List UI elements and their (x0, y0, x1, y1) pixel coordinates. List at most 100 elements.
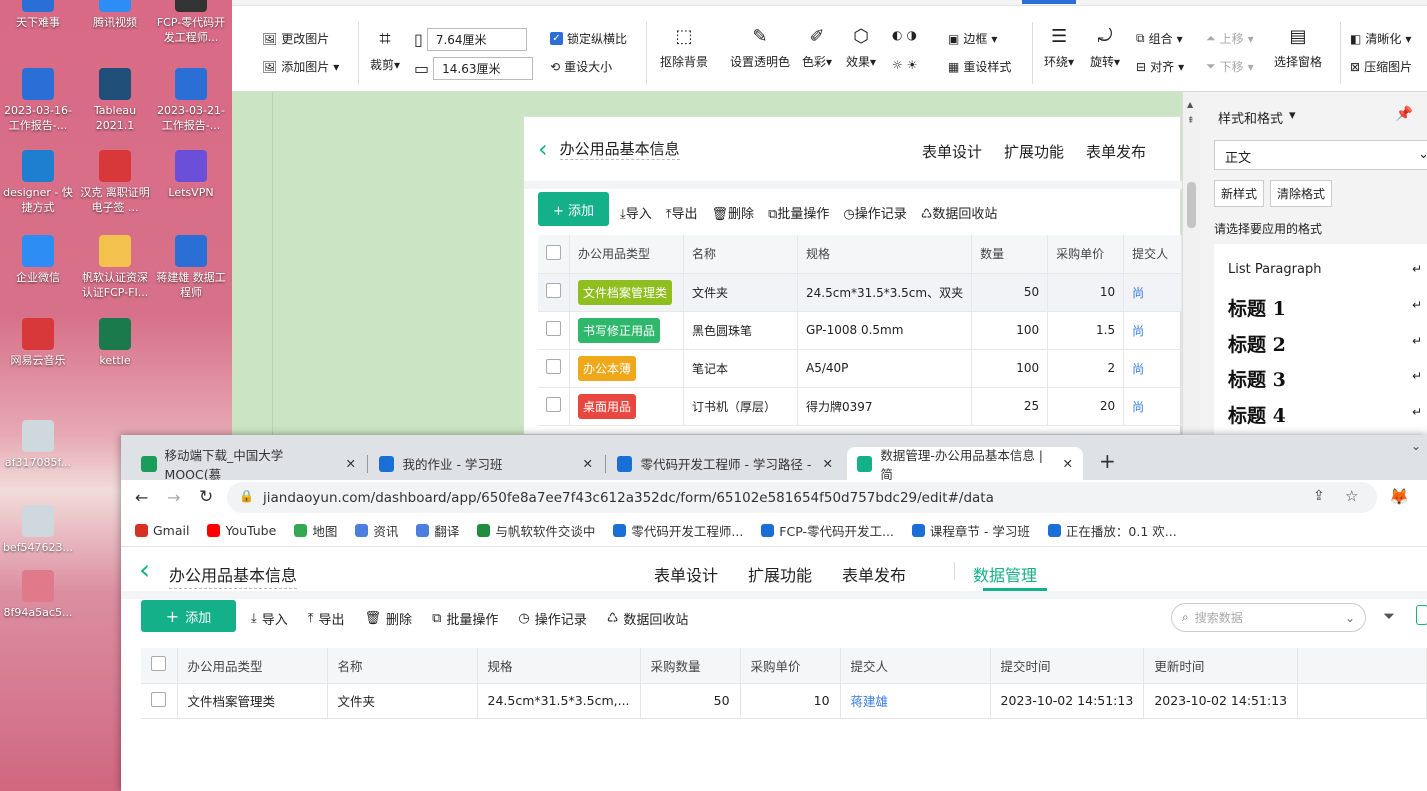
desktop-icon[interactable]: 2023-03-16-工作报告-... (0, 68, 76, 133)
send-backward-button[interactable]: ⏷ 下移 ▾ (1206, 58, 1254, 75)
table-row[interactable]: 文件档案管理类 文件夹 24.5cm*31.5*3.5cm,... 50 10 蒋建雄 20… (141, 683, 1427, 719)
bookmark-item[interactable]: 资讯 (355, 521, 398, 540)
reset-style-button[interactable]: ▦ 重设样式 (948, 58, 1011, 75)
address-bar[interactable]: 🔒 jiandaoyun.com/dashboard/app/650fe8a7e… (227, 482, 1377, 513)
style-item[interactable]: 标题 4 (1228, 401, 1286, 428)
width-field[interactable]: ▯ 7.64厘米 (414, 28, 527, 51)
align-button[interactable]: ⊟ 对齐 ▾ (1136, 58, 1184, 75)
search-input[interactable]: ⌕ 搜索数据 ⌄ (1171, 603, 1366, 632)
history-button[interactable]: ◷ 操作记录 (518, 609, 586, 628)
desktop-icon[interactable]: 天下难事 (0, 0, 76, 30)
back-arrow-icon[interactable]: ‹ (139, 553, 150, 586)
desktop-icon[interactable]: kettle (77, 318, 153, 368)
forward-icon[interactable]: → (167, 488, 180, 507)
export-button[interactable]: ⤒ 导出 (308, 609, 345, 628)
desktop-icon[interactable]: FCP-零代码开发工程师... (153, 0, 229, 45)
document-canvas: ‹ 办公用品基本信息 表单设计 扩展功能 表单发布 + 添加 ⤓导入 ⤒导出 🗑… (232, 92, 1182, 435)
style-item[interactable]: 标题 3 (1228, 365, 1286, 392)
desktop-icon[interactable]: af317085f... (0, 420, 76, 470)
bring-forward-button[interactable]: ⏶ 上移 ▾ (1206, 30, 1254, 47)
submitter-link[interactable]: 蒋建雄 (840, 683, 991, 719)
crop-button[interactable]: ⌗ 裁剪▾ (370, 26, 400, 73)
set-transparent-button[interactable]: ✎ 设置透明色 (730, 26, 790, 70)
desktop-icon[interactable]: Tableau 2021.1 (77, 68, 153, 133)
desktop-icon[interactable]: 网易云音乐 (0, 318, 76, 368)
document-scrollbar[interactable]: ▲ ⇞ (1182, 92, 1200, 435)
reload-icon[interactable]: ↻ (199, 487, 213, 507)
bookmark-item[interactable]: 正在播放：0.1 欢... (1047, 521, 1177, 540)
metamask-icon[interactable]: 🦊 (1389, 487, 1409, 506)
reset-size-button[interactable]: ⟲ 重设大小 (550, 58, 612, 75)
form-title[interactable]: 办公用品基本信息 (169, 562, 298, 589)
remove-background-button[interactable]: ⬚ 抠除背景 (660, 26, 708, 70)
new-tab-button[interactable]: + (1099, 449, 1116, 473)
checkbox-checked-icon: ✓ (550, 32, 563, 45)
bookmark-item[interactable]: 与帆软软件交谈中 (477, 521, 595, 540)
wrap-button[interactable]: ☰ 环绕▾ (1044, 26, 1074, 70)
close-icon[interactable]: ✕ (823, 456, 833, 471)
view-toggle-icon[interactable] (1416, 605, 1427, 625)
select-all-checkbox[interactable] (141, 648, 178, 684)
add-record-button[interactable]: + 添加 (141, 600, 236, 632)
add-picture-button[interactable]: 🖼 添加图片 ▾ (262, 58, 339, 75)
back-icon[interactable]: ← (135, 488, 148, 507)
bookmark-item[interactable]: Gmail (135, 523, 189, 538)
change-picture-button[interactable]: 🖼 更改图片 (262, 30, 329, 47)
tab-mooc[interactable]: 移动端下载_中国大学MOOC(慕 ✕ (131, 447, 366, 482)
embedded-screenshot-image[interactable]: ‹ 办公用品基本信息 表单设计 扩展功能 表单发布 + 添加 ⤓导入 ⤒导出 🗑… (523, 116, 1182, 435)
lock-ratio-checkbox[interactable]: ✓ 锁定纵横比 (550, 30, 627, 47)
close-icon[interactable]: ✕ (583, 456, 593, 471)
current-style-select[interactable]: 正文 ⌄ (1214, 140, 1427, 170)
batch-button[interactable]: ⧉ 批量操作 (432, 609, 498, 628)
clear-format-button[interactable]: 清除格式 (1270, 180, 1333, 207)
bookmark-item[interactable]: 课程章节 - 学习班 (911, 521, 1030, 540)
close-icon[interactable]: ✕ (346, 456, 356, 471)
group-button[interactable]: ⧉ 组合 ▾ (1136, 30, 1183, 47)
desktop-icon[interactable]: 帆软认证资深认证FCP-FI... (77, 235, 153, 300)
desktop-icon[interactable]: bef547623... (0, 505, 76, 555)
recycle-bin-button[interactable]: ♺ 数据回收站 (607, 609, 689, 628)
data-toolbar: ⤓ 导入 ⤒ 导出 🗑 删除 ⧉ 批量操作 ◷ 操作记录 ♺ 数据回收站 (251, 609, 688, 628)
star-icon[interactable]: ☆ (1345, 487, 1358, 505)
bookmark-item[interactable]: 翻译 (416, 521, 459, 540)
mooc-favicon-icon (141, 455, 157, 472)
desktop-icon[interactable]: 企业微信 (0, 235, 76, 285)
sharpen-button[interactable]: ◧ 清晰化 ▾ (1350, 30, 1411, 47)
compress-button[interactable]: ⊠ 压缩图片 (1350, 58, 1412, 75)
pin-icon[interactable]: 📌 (1396, 106, 1413, 122)
desktop-icon[interactable]: LetsVPN (153, 150, 229, 200)
tab-learning-path[interactable]: 零代码开发工程师 - 学习路径 - ✕ (607, 447, 843, 480)
desktop-icon[interactable]: 2023-03-21-工作报告-... (153, 68, 229, 133)
style-item[interactable]: List Paragraph (1228, 262, 1321, 277)
style-item[interactable]: 标题 2 (1228, 330, 1286, 357)
tab-search-icon[interactable]: ⌄ (1411, 439, 1421, 453)
border-button[interactable]: ▣ 边框 ▾ (948, 30, 997, 47)
close-icon[interactable]: ✕ (1063, 456, 1073, 471)
desktop-icon[interactable]: 汉克 离职证明电子签 ... (77, 150, 153, 215)
bookmark-item[interactable]: 零代码开发工程师... (613, 521, 743, 540)
embedded-nav: 表单设计 扩展功能 表单发布 (921, 143, 1146, 161)
bookmark-item[interactable]: 地图 (294, 521, 337, 540)
bookmark-item[interactable]: FCP-零代码开发工... (761, 521, 894, 540)
share-icon[interactable]: ⇪ (1313, 488, 1325, 504)
selection-pane-button[interactable]: ▤ 选择窗格 (1274, 26, 1322, 70)
style-item[interactable]: 标题 1 (1228, 294, 1286, 321)
new-style-button[interactable]: 新样式 (1214, 180, 1265, 207)
contrast-buttons[interactable]: ☼ ☀ (892, 58, 918, 72)
height-field[interactable]: ▭ 14.63厘米 (414, 57, 534, 80)
bookmark-item[interactable]: YouTube (207, 523, 276, 538)
brightness-buttons[interactable]: ◐ ◑ (892, 28, 917, 42)
effects-button[interactable]: ⬡ 效果▾ (846, 26, 876, 70)
desktop-icon[interactable]: 腾讯视频 (77, 0, 153, 30)
desktop-icon[interactable]: 蒋建雄 数据工程师 (153, 235, 229, 300)
color-button[interactable]: ✐ 色彩▾ (802, 26, 832, 70)
import-button[interactable]: ⤓ 导入 (251, 609, 288, 628)
filter-icon[interactable]: ⏷ (1383, 607, 1395, 625)
tab-data-management[interactable]: 数据管理-办公用品基本信息 | 简 ✕ (847, 447, 1083, 482)
desktop-icon[interactable]: 8f94a5ac5... (0, 570, 76, 620)
tab-homework[interactable]: 我的作业 - 学习班 ✕ (369, 447, 603, 480)
rotate-button[interactable]: ⤾ 旋转▾ (1090, 26, 1120, 70)
row-checkbox[interactable] (141, 683, 178, 719)
delete-button[interactable]: 🗑 删除 (365, 609, 413, 628)
desktop-icon[interactable]: designer - 快捷方式 (0, 150, 76, 215)
